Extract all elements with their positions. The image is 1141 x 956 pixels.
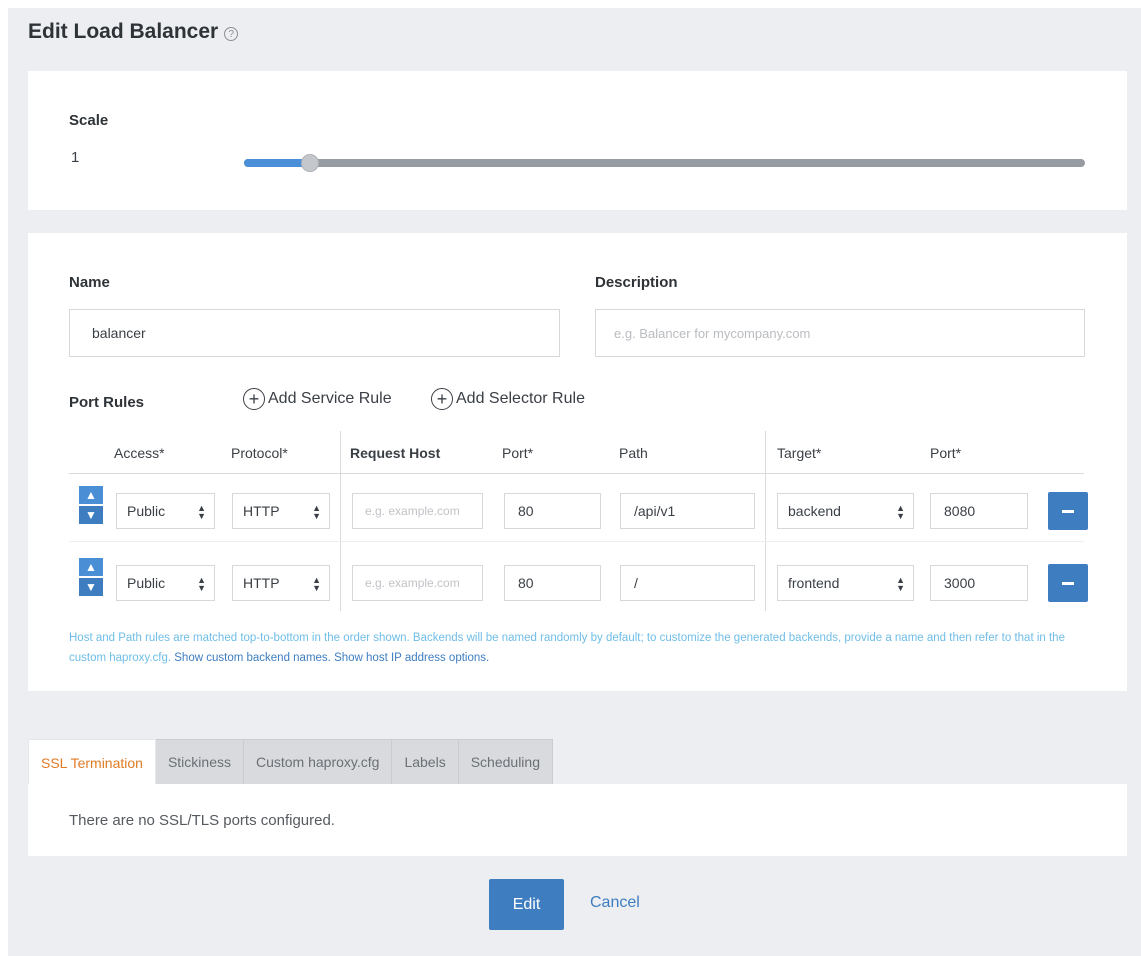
port-rules-label: Port Rules [69,394,145,411]
col-path: Path [619,445,648,461]
help-icon[interactable]: ? [224,27,239,41]
header-divider [69,473,1084,474]
scale-slider-handle[interactable] [300,154,319,172]
select-caret-icon: ▲ ▼ [312,575,321,593]
chevron-down-icon[interactable]: ▼ [79,578,103,596]
ssl-empty-text: There are no SSL/TLS ports configured. [69,812,335,829]
tab-labels[interactable]: Labels [392,739,459,785]
col-target: Target* [777,445,822,461]
access-value: Public [127,503,166,519]
scale-value: 1 [71,149,80,166]
select-caret-icon: ▲ ▼ [312,503,321,521]
target-select[interactable]: frontend ▲ ▼ [777,565,914,601]
select-caret-icon: ▲ ▼ [197,575,206,593]
target-select[interactable]: backend ▲ ▼ [777,493,914,529]
select-caret-icon: ▲ ▼ [197,503,206,521]
tab-scheduling[interactable]: Scheduling [458,739,553,785]
tab-stickiness[interactable]: Stickiness [155,739,244,785]
show-host-ip-link[interactable]: Show host IP address options. [334,652,489,664]
col-request-host: Request Host [350,445,441,461]
scale-panel: Scale 1 [28,71,1127,210]
tab-ssl-termination[interactable]: SSL Termination [28,739,156,785]
target-port-input[interactable]: 8080 [930,493,1028,529]
select-caret-icon: ▲ ▼ [896,575,905,593]
request-host-input[interactable]: e.g. example.com [352,493,483,529]
col-port: Port* [502,445,534,461]
row-mover: ▲ ▼ [79,558,103,596]
port-rules-header: Port Rules + Add Service Rule + Add Sele… [69,388,629,416]
name-input[interactable]: balancer [69,309,560,357]
scale-slider-fill [244,159,303,167]
protocol-select[interactable]: HTTP ▲ ▼ [232,565,330,601]
column-divider [765,431,766,611]
add-service-rule-label: Add Service Rule [268,390,392,407]
cancel-button[interactable]: Cancel [590,894,640,912]
config-tabs: SSL Termination Stickiness Custom haprox… [28,739,553,785]
remove-rule-button[interactable] [1048,564,1088,602]
description-input[interactable]: e.g. Balancer for mycompany.com [595,309,1085,357]
minus-icon [1062,509,1074,513]
port-input[interactable]: 80 [504,493,601,529]
access-value: Public [127,575,166,591]
port-rules-help: Host and Path rules are matched top-to-b… [69,628,1089,668]
page-title-text: Edit Load Balancer [28,20,219,43]
tab-custom-haproxy[interactable]: Custom haproxy.cfg [243,739,393,785]
row-mover: ▲ ▼ [79,486,103,524]
protocol-value: HTTP [243,575,280,591]
page: Edit Load Balancer ? Scale 1 Name balanc… [8,8,1141,956]
remove-rule-button[interactable] [1048,492,1088,530]
column-divider [340,431,341,611]
target-port-input[interactable]: 3000 [930,565,1028,601]
ssl-panel: There are no SSL/TLS ports configured. [28,784,1127,856]
access-select[interactable]: Public ▲ ▼ [116,565,215,601]
add-selector-rule-button[interactable]: + Add Selector Rule [431,388,585,410]
target-value: backend [788,503,841,519]
chevron-down-icon[interactable]: ▼ [79,506,103,524]
minus-icon [1062,581,1074,585]
request-host-input[interactable]: e.g. example.com [352,565,483,601]
add-selector-rule-label: Add Selector Rule [456,390,585,407]
access-select[interactable]: Public ▲ ▼ [116,493,215,529]
chevron-up-icon[interactable]: ▲ [79,558,103,576]
scale-label: Scale [69,112,109,129]
protocol-value: HTTP [243,503,280,519]
col-protocol: Protocol* [231,445,288,461]
row-divider [69,541,1084,542]
path-input[interactable]: /api/v1 [620,493,755,529]
plus-circle-icon: + [431,388,453,410]
description-label: Description [595,274,678,291]
protocol-select[interactable]: HTTP ▲ ▼ [232,493,330,529]
chevron-up-icon[interactable]: ▲ [79,486,103,504]
scale-slider[interactable] [244,154,1085,172]
col-access: Access* [114,445,165,461]
name-label: Name [69,274,110,291]
form-panel: Name balancer Description e.g. Balancer … [28,233,1127,691]
plus-circle-icon: + [243,388,265,410]
edit-button[interactable]: Edit [489,879,564,930]
path-input[interactable]: / [620,565,755,601]
select-caret-icon: ▲ ▼ [896,503,905,521]
target-value: frontend [788,575,840,591]
port-input[interactable]: 80 [504,565,601,601]
col-target-port: Port* [930,445,962,461]
show-backend-names-link[interactable]: Show custom backend names. [174,652,331,664]
page-title: Edit Load Balancer ? [28,20,239,44]
add-service-rule-button[interactable]: + Add Service Rule [243,388,392,410]
